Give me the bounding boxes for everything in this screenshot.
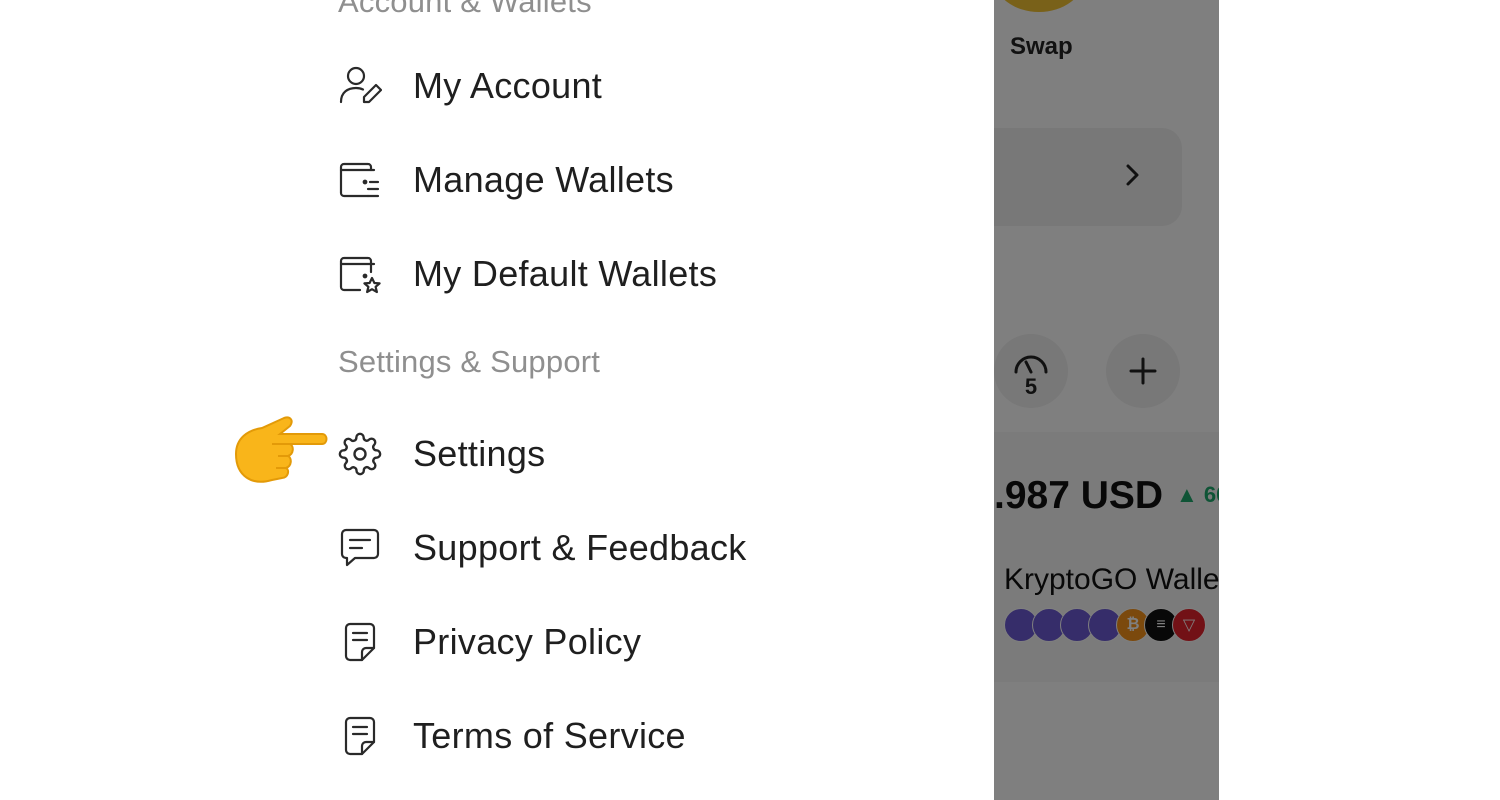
balance-change: ▲ 60 (1176, 482, 1219, 507)
menu-label: My Default Wallets (413, 253, 718, 294)
menu-item-my-account[interactable]: My Account (338, 58, 602, 114)
plus-icon (1129, 357, 1157, 385)
menu-label: Terms of Service (413, 715, 686, 756)
wallet-star-icon (338, 251, 384, 297)
wallet-name[interactable]: KryptoGO Walle (1004, 563, 1219, 597)
menu-label: Settings (413, 433, 546, 474)
wallet-panel (994, 432, 1219, 682)
pointing-hand-icon (232, 414, 330, 490)
chain-icons: ₿ ≡ ▽ (1004, 608, 1206, 642)
menu-label: My Account (413, 65, 603, 106)
swap-label: Swap (1010, 33, 1073, 60)
account-edit-icon (338, 63, 384, 109)
section-title-account: Account & Wallets (338, 0, 592, 19)
section-title-settings: Settings & Support (338, 344, 601, 379)
menu-item-terms-of-service[interactable]: Terms of Service (338, 708, 686, 764)
menu-label: Manage Wallets (413, 159, 674, 200)
menu-label: Support & Feedback (413, 527, 747, 568)
side-drawer: Account & Wallets My Account Manage Wall… (0, 0, 994, 800)
chevron-right-icon (1126, 164, 1139, 186)
menu-item-manage-wallets[interactable]: Manage Wallets (338, 152, 674, 208)
swap-button[interactable] (994, 0, 1084, 12)
tron-icon: ▽ (1172, 608, 1206, 642)
menu-label: Privacy Policy (413, 621, 642, 662)
gauge-value: 5 (1025, 374, 1037, 396)
gauge-icon: 5 (1014, 355, 1048, 396)
menu-item-support-feedback[interactable]: Support & Feedback (338, 520, 747, 576)
balance-value: .987 USD (994, 474, 1164, 517)
gauge-button[interactable]: 5 (994, 334, 1068, 408)
menu-item-my-default-wallets[interactable]: My Default Wallets (338, 246, 717, 302)
background-app: Swap 5 .987 USD ▲ 60 KryptoGO Walle ₿ ≡ … (994, 0, 1219, 800)
add-button[interactable] (1106, 334, 1180, 408)
menu-item-privacy-policy[interactable]: Privacy Policy (338, 614, 641, 670)
document-icon (338, 713, 384, 759)
promo-card[interactable] (994, 128, 1182, 226)
right-margin (1219, 0, 1500, 800)
document-icon (338, 619, 384, 665)
wallet-list-icon (338, 157, 384, 203)
chat-icon (338, 525, 384, 571)
gear-icon (338, 431, 384, 477)
menu-item-settings[interactable]: Settings (338, 426, 545, 482)
